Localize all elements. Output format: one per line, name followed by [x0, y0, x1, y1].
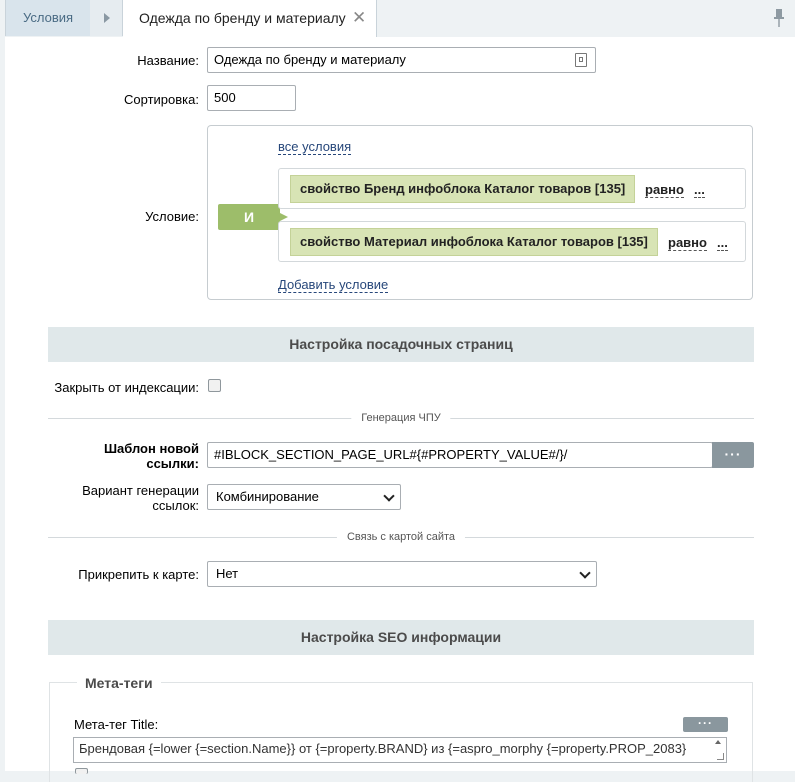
- name-input[interactable]: Одежда по бренду и материалу: [207, 47, 596, 73]
- next-checkbox[interactable]: [75, 768, 88, 774]
- scroll-up-icon[interactable]: [715, 740, 721, 744]
- attach-sitemap-select[interactable]: Нет: [207, 561, 597, 587]
- tab-expand-button[interactable]: [90, 0, 123, 36]
- link-variant-select[interactable]: Комбинирование: [207, 484, 401, 510]
- sitemap-divider-label: Связь с картой сайта: [336, 531, 466, 543]
- sef-divider: Генерация ЧПУ: [48, 412, 754, 424]
- add-condition-link[interactable]: Добавить условие: [278, 277, 389, 293]
- meta-tags-fieldset: [49, 682, 753, 782]
- chevron-down-icon: [383, 490, 395, 502]
- all-conditions-link[interactable]: все условия: [278, 139, 352, 155]
- keyboard-icon[interactable]: [575, 53, 587, 67]
- link-variant-label-line2: ссылок:: [152, 498, 199, 513]
- url-template-value: #IBLOCK_SECTION_PAGE_URL#{#PROPERTY_VALU…: [214, 447, 568, 462]
- tab-active[interactable]: Одежда по бренду и материалу ✕: [123, 0, 377, 37]
- meta-title-value: Брендовая {=lower {=section.Name}} от {=…: [79, 741, 687, 756]
- noindex-label: Закрыть от индексации:: [54, 380, 199, 395]
- sef-divider-label: Генерация ЧПУ: [351, 412, 451, 424]
- name-input-value: Одежда по бренду и материалу: [214, 52, 406, 67]
- condition-label: Условие:: [145, 209, 199, 224]
- condition-rule: свойство Материал инфоблока Каталог това…: [278, 221, 746, 262]
- logic-and-button[interactable]: И: [218, 204, 288, 230]
- url-template-label: Шаблон новой ссылки:: [45, 441, 199, 471]
- chevron-right-icon: [104, 13, 110, 23]
- url-template-label-line2: ссылки:: [146, 456, 199, 471]
- form-panel: Название: Одежда по бренду и материалу С…: [5, 37, 795, 782]
- sort-input-value: 500: [214, 90, 236, 105]
- tab-active-label: Одежда по бренду и материалу: [139, 10, 346, 26]
- noindex-checkbox[interactable]: [208, 379, 221, 392]
- meta-title-label: Мета-тег Title:: [74, 717, 159, 732]
- url-template-more-button[interactable]: ···: [712, 442, 754, 468]
- pin-icon[interactable]: [772, 8, 786, 28]
- condition-rule: свойство Бренд инфоблока Каталог товаров…: [278, 168, 746, 209]
- condition-property[interactable]: свойство Материал инфоблока Каталог това…: [290, 228, 658, 256]
- tab-conditions[interactable]: Условия: [5, 0, 91, 36]
- meta-title-textarea[interactable]: Брендовая {=lower {=section.Name}} от {=…: [73, 737, 727, 763]
- url-template-label-line1: Шаблон новой: [103, 441, 199, 456]
- condition-value[interactable]: ...: [717, 235, 728, 251]
- condition-box: все условия И свойство Бренд инфоблока К…: [207, 125, 753, 300]
- condition-value[interactable]: ...: [694, 182, 705, 198]
- sitemap-divider: Связь с картой сайта: [48, 531, 754, 543]
- condition-property[interactable]: свойство Бренд инфоблока Каталог товаров…: [290, 175, 636, 203]
- attach-sitemap-value: Нет: [216, 566, 239, 581]
- resize-handle-icon[interactable]: [717, 753, 724, 760]
- link-variant-label-line1: Вариант генерации: [82, 483, 199, 498]
- sort-label: Сортировка:: [124, 92, 199, 107]
- seo-section-header: Настройка SEO информации: [48, 620, 754, 655]
- chevron-down-icon: [579, 567, 591, 579]
- url-template-input[interactable]: #IBLOCK_SECTION_PAGE_URL#{#PROPERTY_VALU…: [207, 442, 713, 468]
- condition-operator[interactable]: равно: [668, 235, 707, 251]
- link-variant-label: Вариант генерации ссылок:: [25, 483, 199, 513]
- landing-section-header: Настройка посадочных страниц: [48, 327, 754, 362]
- name-label: Название:: [137, 53, 199, 68]
- attach-sitemap-label: Прикрепить к карте:: [78, 567, 199, 582]
- meta-title-more-button[interactable]: ···: [683, 717, 728, 732]
- close-icon[interactable]: ✕: [352, 8, 366, 28]
- link-variant-value: Комбинирование: [216, 489, 319, 504]
- condition-operator[interactable]: равно: [645, 182, 684, 198]
- meta-tags-legend: Мета-теги: [77, 675, 161, 691]
- tab-bar: Условия Одежда по бренду и материалу ✕: [0, 0, 795, 37]
- sort-input[interactable]: 500: [207, 85, 296, 111]
